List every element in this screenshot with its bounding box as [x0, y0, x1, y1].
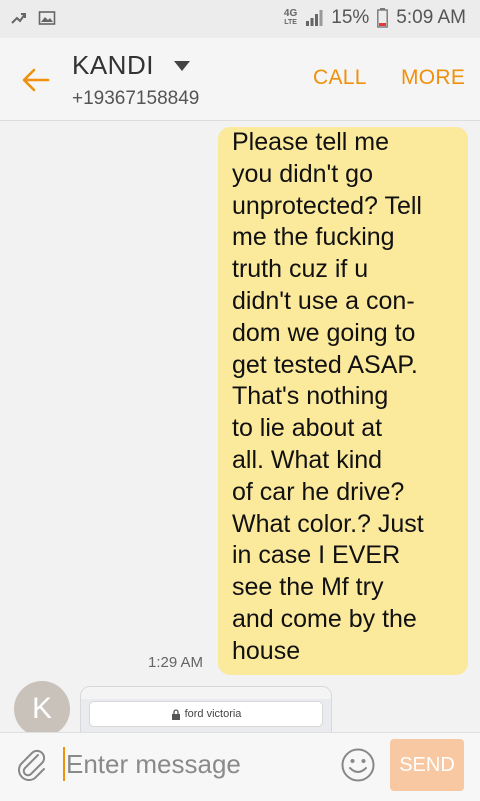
thumbnail-status-strip [81, 687, 331, 699]
emoji-icon[interactable] [340, 747, 376, 783]
clock: 5:09 AM [396, 7, 466, 28]
contact-name[interactable]: KANDI [72, 50, 154, 81]
signal-icon [306, 10, 323, 26]
message-timestamp: 1:29 AM [148, 654, 204, 671]
conversation-header: KANDI +19367158849 CALL MORE [0, 38, 480, 121]
battery-percent: 15% [331, 7, 370, 28]
thumbnail-url-bar: ford victoria [89, 701, 323, 727]
network-type-indicator: 4G LTE [283, 8, 298, 27]
call-button[interactable]: CALL [313, 66, 367, 90]
send-button[interactable]: SEND [390, 739, 464, 791]
text-cursor [63, 747, 65, 781]
status-bar: 4G LTE 15% 5:09 AM [0, 0, 480, 38]
missed-call-icon [11, 13, 26, 24]
thumbnail-url-text: ford victoria [184, 708, 242, 720]
avatar-letter: K [31, 692, 52, 725]
message-input[interactable] [66, 747, 266, 781]
chevron-down-icon[interactable] [173, 60, 191, 72]
sent-message-bubble[interactable]: Please tell me you didn't go unprotected… [218, 127, 468, 675]
more-button[interactable]: MORE [401, 66, 465, 90]
message-text: Please tell me you didn't go unprotected… [232, 128, 424, 665]
paperclip-icon[interactable] [16, 747, 48, 783]
compose-bar: SEND [0, 732, 480, 801]
back-arrow-icon[interactable] [20, 64, 52, 96]
status-right-icons: 4G LTE 15% 5:09 AM [284, 7, 466, 29]
battery-icon [377, 8, 389, 28]
avatar[interactable]: K [14, 681, 70, 737]
lock-icon [171, 708, 180, 720]
contact-number: +19367158849 [72, 88, 200, 109]
send-label: SEND [399, 753, 455, 776]
status-left-icons [10, 9, 56, 27]
gallery-icon [38, 11, 56, 25]
image-attachment-thumbnail[interactable]: ford victoria [80, 686, 332, 734]
